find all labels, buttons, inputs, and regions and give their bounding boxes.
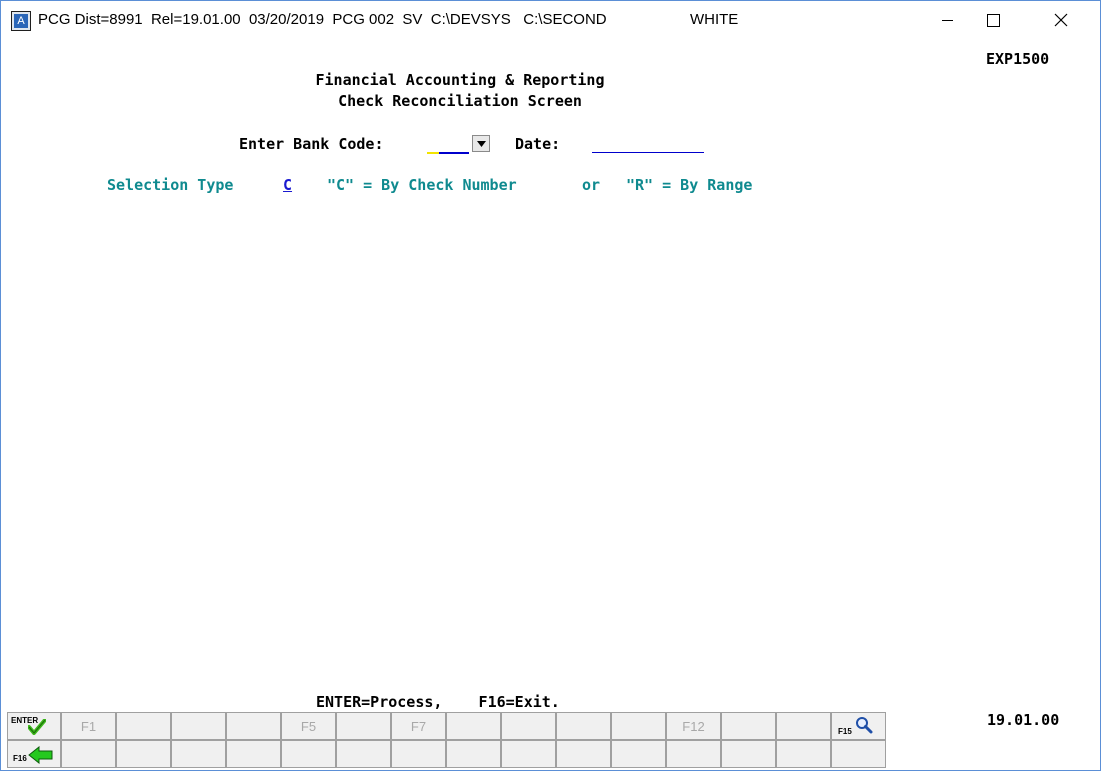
f7-key-button[interactable]: F7 [391, 712, 446, 740]
heading-screen-title: Check Reconciliation Screen [338, 92, 582, 110]
app-icon[interactable]: A [11, 11, 31, 31]
selection-type-input[interactable]: C [283, 176, 292, 194]
minimize-icon [941, 19, 953, 21]
date-input[interactable] [592, 136, 704, 153]
maximize-icon [986, 13, 1000, 27]
fkey-row2-slot-14[interactable] [776, 740, 831, 768]
fkey-row2-slot-10[interactable] [556, 740, 611, 768]
fkey-slot-4[interactable] [226, 712, 281, 740]
fkey-slot-13[interactable] [721, 712, 776, 740]
fkey-row2-slot-5[interactable] [281, 740, 336, 768]
footer-instructions: ENTER=Process, F16=Exit. [316, 693, 560, 711]
close-icon [1054, 13, 1068, 27]
fkey-row2-slot-13[interactable] [721, 740, 776, 768]
close-button[interactable] [1038, 1, 1084, 39]
back-arrow-icon [28, 746, 53, 764]
fkey-slot-10[interactable] [556, 712, 611, 740]
minimize-button[interactable] [924, 1, 970, 39]
f16-exit-key-button[interactable]: F16 [7, 740, 61, 768]
f12-key-button[interactable]: F12 [666, 712, 721, 740]
bank-code-label: Enter Bank Code: [239, 135, 384, 153]
enter-key-button[interactable]: ENTER [7, 712, 61, 740]
fkey-row2-slot-8[interactable] [446, 740, 501, 768]
fkey-row2-slot-4[interactable] [226, 740, 281, 768]
fkey-slot-9[interactable] [501, 712, 556, 740]
selection-option-check-number: "C" = By Check Number [327, 176, 517, 194]
bank-code-dropdown-button[interactable] [472, 135, 490, 152]
selection-option-range: "R" = By Range [626, 176, 753, 194]
fkey-slot-6[interactable] [336, 712, 391, 740]
fkey-row2-slot-15[interactable] [831, 740, 886, 768]
selection-type-row: Selection Type C "C" = By Check Number o… [0, 174, 1101, 196]
function-key-bar: ENTER F1 F5 F7 F12 F15 F16 [7, 712, 886, 768]
fkey-slot-2[interactable] [116, 712, 171, 740]
f5-key-button[interactable]: F5 [281, 712, 336, 740]
fkey-row2-slot-9[interactable] [501, 740, 556, 768]
fkey-row2-slot-6[interactable] [336, 740, 391, 768]
fkey-slot-14[interactable] [776, 712, 831, 740]
app-icon-letter: A [14, 14, 28, 28]
version-label: 19.01.00 [987, 711, 1060, 729]
screen-id: EXP1500 [986, 50, 1050, 68]
maximize-button[interactable] [970, 1, 1016, 39]
f16-key-label: F16 [13, 754, 27, 763]
window-frame [0, 0, 1101, 771]
dropdown-arrow-icon [476, 140, 486, 147]
title-bar[interactable]: A PCG Dist=8991 Rel=19.01.00 03/20/2019 … [1, 1, 1100, 39]
fkey-slot-11[interactable] [611, 712, 666, 740]
heading-module: Financial Accounting & Reporting [315, 71, 605, 89]
fkey-row2-slot-7[interactable] [391, 740, 446, 768]
magnifier-search-icon [856, 717, 873, 734]
fkey-row2-slot-2[interactable] [116, 740, 171, 768]
fkey-row2-slot-3[interactable] [171, 740, 226, 768]
f15-key-label: F15 [838, 727, 852, 736]
fkey-row2-slot-1[interactable] [61, 740, 116, 768]
fkey-row2-slot-12[interactable] [666, 740, 721, 768]
date-label: Date: [515, 135, 561, 153]
fkey-row2-slot-11[interactable] [611, 740, 666, 768]
fkey-slot-8[interactable] [446, 712, 501, 740]
window-title: PCG Dist=8991 Rel=19.01.00 03/20/2019 PC… [38, 11, 739, 28]
bank-code-cursor-marker [427, 152, 439, 154]
bank-code-row: Enter Bank Code: Date: [0, 133, 1101, 157]
selection-type-label: Selection Type [107, 176, 234, 194]
f1-key-button[interactable]: F1 [61, 712, 116, 740]
f15-search-key-button[interactable]: F15 [831, 712, 886, 740]
checkmark-icon [28, 719, 46, 735]
selection-or-text: or [582, 176, 601, 194]
fkey-slot-3[interactable] [171, 712, 226, 740]
